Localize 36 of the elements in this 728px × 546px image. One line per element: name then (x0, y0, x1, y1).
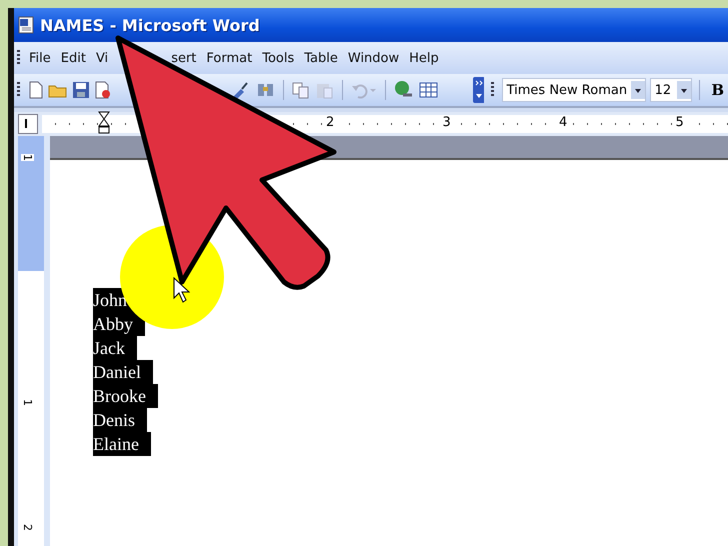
menu-item[interactable]: Table (299, 50, 343, 66)
caret-icon (630, 81, 645, 99)
tab-stop-button[interactable] (18, 114, 38, 134)
document-text: Daniel (93, 360, 153, 384)
save-icon[interactable] (72, 81, 90, 99)
copy-icon[interactable] (290, 81, 311, 99)
document-icon (18, 16, 34, 34)
menu-item[interactable]: sert (171, 50, 202, 66)
grip-icon[interactable] (17, 50, 20, 66)
caret-icon (677, 81, 692, 99)
grip-icon[interactable] (490, 82, 494, 98)
menu-item[interactable]: Window (342, 50, 404, 66)
menu-item[interactable]: Help (404, 50, 444, 66)
ruler-number: 1 (21, 399, 34, 406)
font-size-dropdown[interactable]: 12 (650, 78, 692, 102)
document-text: Elaine (93, 432, 151, 456)
menu-item[interactable]: Tools (257, 50, 300, 66)
document-text: Denis (93, 408, 147, 432)
ruler-number: 2 (21, 524, 34, 531)
document-text: Brooke (93, 384, 158, 408)
menu-item[interactable]: Vi (90, 50, 114, 66)
menu-item[interactable]: Format (201, 50, 258, 66)
new-document-icon[interactable] (28, 81, 44, 99)
toolbar-options-icon[interactable] (472, 77, 484, 103)
document-text: Jack (93, 336, 137, 360)
table-icon[interactable] (418, 81, 439, 99)
menu-item[interactable]: File (24, 50, 56, 66)
ruler-number: 1 (21, 154, 34, 161)
grip-icon[interactable] (17, 82, 20, 98)
window-title: NAMES - Microsoft Word (40, 16, 260, 34)
document-icon[interactable] (94, 81, 110, 99)
mouse-cursor-icon (173, 277, 190, 303)
bold-button[interactable]: B (707, 81, 728, 99)
document-text: Abby (93, 312, 145, 336)
menu-item[interactable]: Edit (56, 50, 91, 66)
font-dropdown[interactable]: Times New Roman (502, 78, 646, 102)
